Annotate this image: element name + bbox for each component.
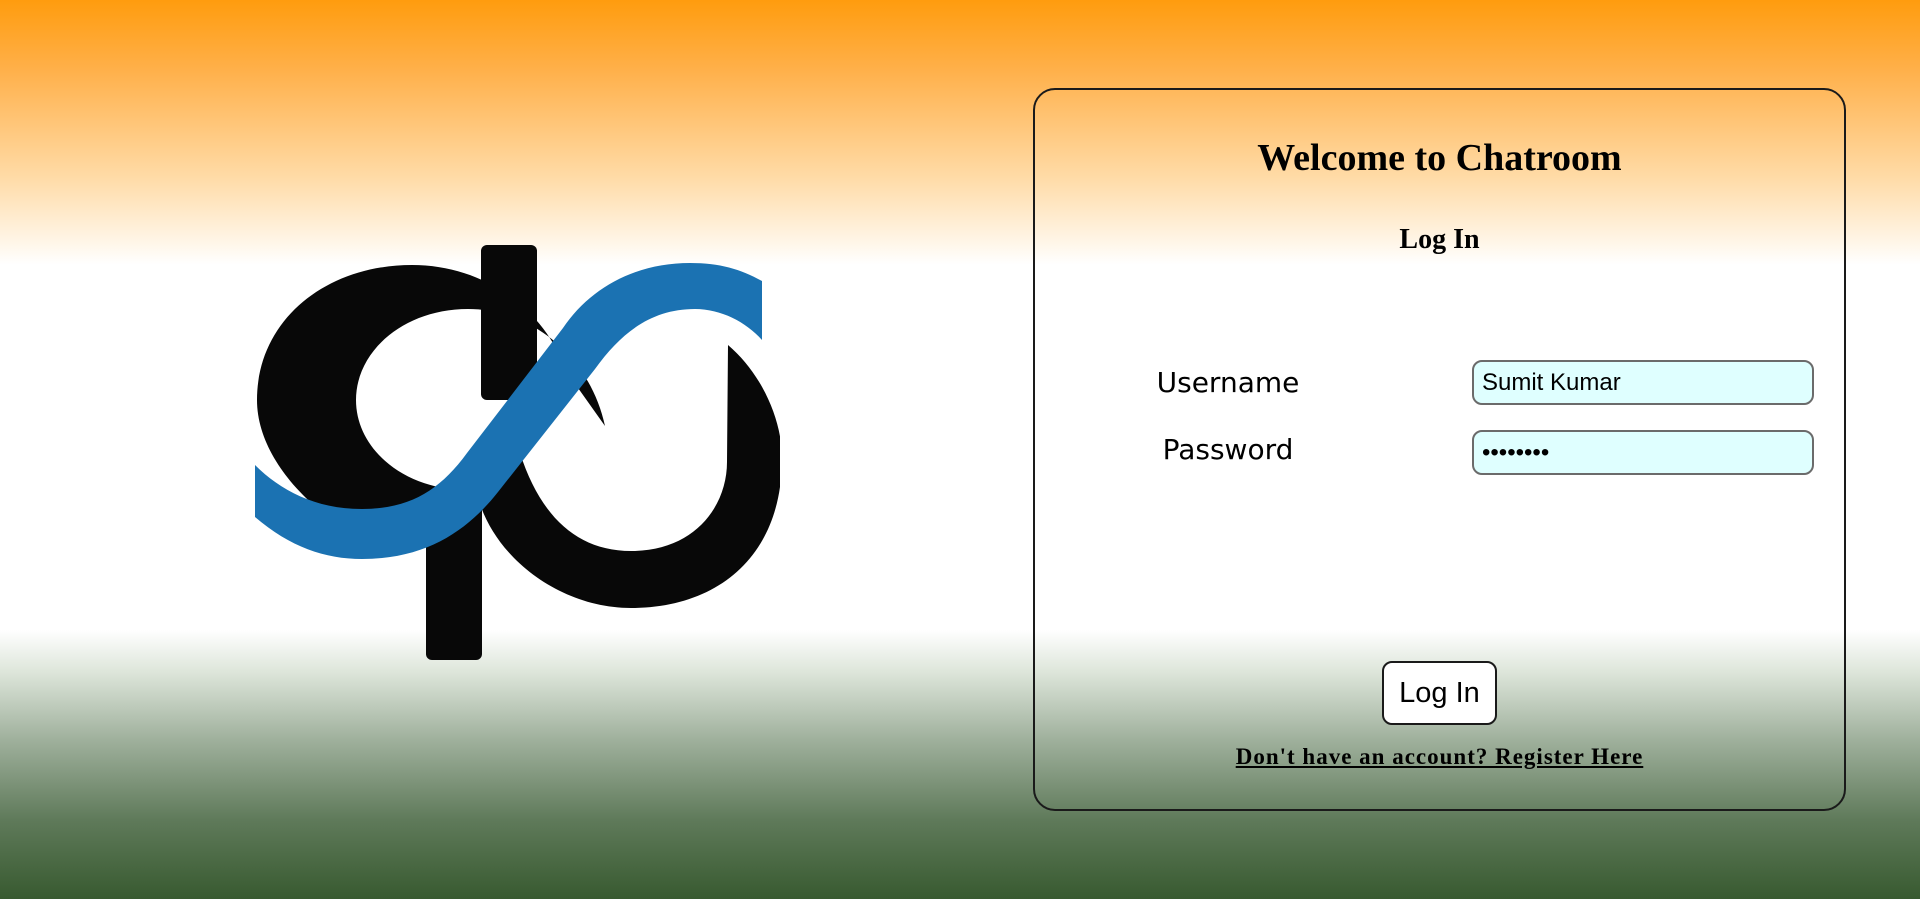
username-label: Username [1156, 366, 1300, 399]
login-subtitle: Log In [1399, 224, 1480, 255]
password-label: Password [1162, 433, 1294, 466]
logo-icon [255, 245, 780, 660]
login-card: Welcome to Chatroom Log In Username Pass… [1033, 88, 1846, 811]
login-button[interactable]: Log In [1382, 661, 1497, 725]
register-link[interactable]: Don't have an account? Register Here [1035, 744, 1844, 770]
username-input[interactable] [1472, 360, 1814, 405]
page-title: Welcome to Chatroom [1257, 137, 1622, 179]
password-input[interactable] [1472, 430, 1814, 475]
